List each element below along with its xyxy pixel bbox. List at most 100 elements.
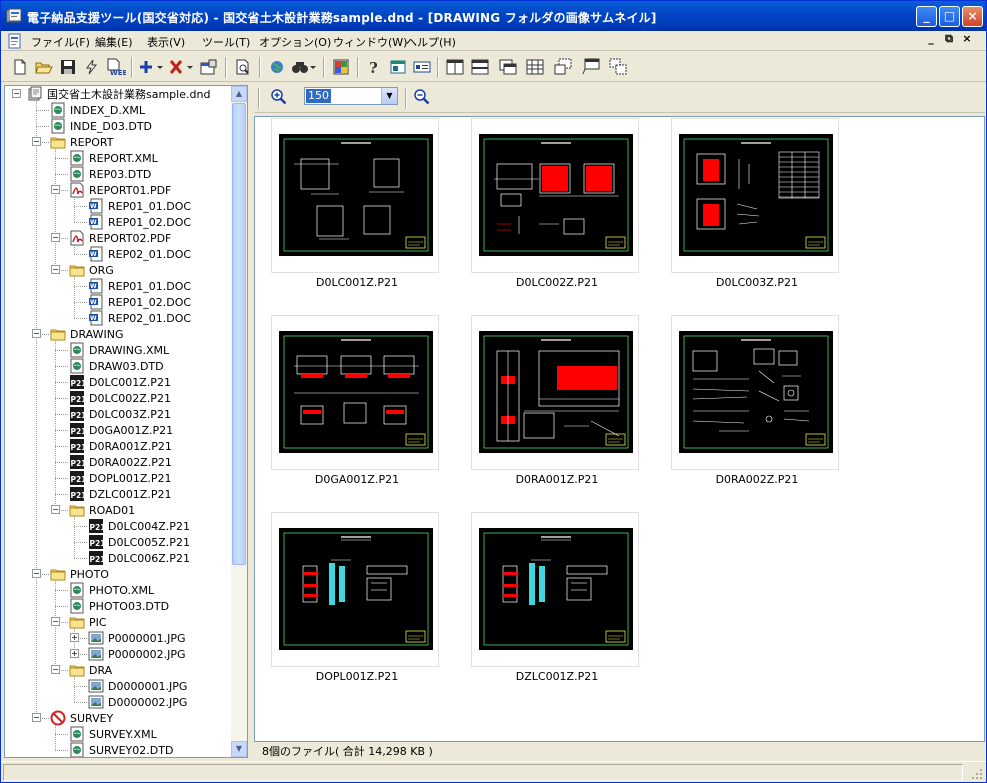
tree-file-node[interactable]: REPORT01.PDF xyxy=(69,182,171,198)
tree-file-node[interactable]: W REP01_01.DOC xyxy=(88,278,191,294)
flash-button[interactable] xyxy=(81,57,103,79)
tree-file-node[interactable]: SURVEY02.DTD xyxy=(69,742,173,757)
layout-single-button[interactable] xyxy=(444,57,466,79)
tree-file-node[interactable]: P21 D0LC004Z.P21 xyxy=(88,518,190,534)
tree-file-node[interactable]: P21 D0RA001Z.P21 xyxy=(69,438,172,454)
tree-folder-node[interactable]: SURVEY xyxy=(50,710,113,726)
print-preview-button[interactable] xyxy=(232,57,254,79)
title-bar[interactable]: 電子納品支援ツール(国交省対応) - 国交省土木設計業務sample.dnd -… xyxy=(1,1,986,31)
tree-file-node[interactable]: P21 DZLC001Z.P21 xyxy=(69,486,171,502)
add-button[interactable] xyxy=(138,57,166,79)
maximize-button[interactable]: □ xyxy=(939,6,960,27)
tree-file-node[interactable]: W REP01_02.DOC xyxy=(88,214,191,230)
check-button[interactable] xyxy=(266,57,288,79)
zoom-out-button[interactable] xyxy=(411,87,433,109)
tree-expander[interactable]: − xyxy=(32,329,41,338)
tree-folder-node[interactable]: DRAWING xyxy=(50,326,123,342)
tree-file-node[interactable]: P21 D0LC001Z.P21 xyxy=(69,374,171,390)
card-button[interactable] xyxy=(411,57,433,79)
tree-file-node[interactable]: P21 DOPL001Z.P21 xyxy=(69,470,172,486)
thumbnail-frame[interactable] xyxy=(471,315,639,470)
tree-expander[interactable]: − xyxy=(51,665,60,674)
thumbnail-item[interactable]: D0LC003Z.P21 xyxy=(657,118,857,318)
tree-file-node[interactable]: P21 D0LC003Z.P21 xyxy=(69,406,171,422)
thumbnail-item[interactable]: D0GA001Z.P21 xyxy=(257,315,457,515)
layout-popup-button[interactable] xyxy=(580,57,602,79)
tree-file-node[interactable]: W REP02_01.DOC xyxy=(88,310,191,326)
thumbnail-frame[interactable] xyxy=(271,512,439,667)
cad-drawing-thumbnail[interactable] xyxy=(479,331,633,453)
layout-stack-button[interactable] xyxy=(607,57,629,79)
tree-expander[interactable]: − xyxy=(51,265,60,274)
tree-file-node[interactable]: P0000002.JPG xyxy=(88,646,186,662)
save-button[interactable] xyxy=(57,57,79,79)
tree-file-node[interactable]: SURVEY.XML xyxy=(69,726,157,742)
app-icon[interactable] xyxy=(6,8,22,24)
scroll-down-button[interactable]: ▼ xyxy=(231,741,247,757)
tree-expander[interactable]: − xyxy=(32,713,41,722)
find-button[interactable] xyxy=(290,57,318,79)
mdi-close-button[interactable]: × xyxy=(958,32,976,45)
thumbnail-frame[interactable] xyxy=(271,315,439,470)
menu-help[interactable]: ヘルプ(H) xyxy=(402,33,460,51)
tree-file-node[interactable]: DRAWING.XML xyxy=(69,342,169,358)
tree-file-node[interactable]: REPORT.XML xyxy=(69,150,158,166)
tree-file-node[interactable]: P0000001.JPG xyxy=(88,630,186,646)
tree-file-node[interactable]: D0000002.JPG xyxy=(88,694,187,710)
help-button[interactable]: ? xyxy=(363,57,385,79)
scroll-up-button[interactable]: ▲ xyxy=(231,86,247,102)
tree-file-node[interactable]: DRAW03.DTD xyxy=(69,358,164,374)
tree-expander[interactable]: − xyxy=(12,89,21,98)
tree-file-node[interactable]: P21 D0RA002Z.P21 xyxy=(69,454,172,470)
new-button[interactable] xyxy=(9,57,31,79)
tree-expander[interactable]: + xyxy=(70,649,79,658)
layout-tile-button[interactable] xyxy=(524,57,546,79)
tree-folder-node[interactable]: ROAD01 xyxy=(69,502,135,518)
properties-button[interactable] xyxy=(198,57,220,79)
cad-drawing-thumbnail[interactable] xyxy=(279,528,433,650)
folder-tree[interactable]: − 国交省土木設計業務sample.dnd INDEX_D.XML INDE_D03.… xyxy=(5,86,233,757)
thumbnail-frame[interactable] xyxy=(471,512,639,667)
tree-expander[interactable]: + xyxy=(70,633,79,642)
thumbnail-item[interactable]: D0RA001Z.P21 xyxy=(457,315,657,515)
web-button[interactable]: WEB xyxy=(105,57,128,79)
cad-drawing-thumbnail[interactable] xyxy=(679,331,833,453)
thumbnail-item[interactable]: D0RA002Z.P21 xyxy=(657,315,857,515)
menu-options[interactable]: オプション(O) xyxy=(255,33,335,51)
tree-file-node[interactable]: P21 D0LC002Z.P21 xyxy=(69,390,171,406)
layout-cascade-button[interactable] xyxy=(497,57,519,79)
tree-file-node[interactable]: REP03.DTD xyxy=(69,166,151,182)
thumbnail-item[interactable]: D0LC002Z.P21 xyxy=(457,118,657,318)
tree-file-node[interactable]: P21 D0LC005Z.P21 xyxy=(88,534,190,550)
chevron-down-icon[interactable]: ▼ xyxy=(381,88,397,104)
tree-expander[interactable]: − xyxy=(51,185,60,194)
thumbnail-frame[interactable] xyxy=(671,315,839,470)
thumbnail-frame[interactable] xyxy=(271,118,439,273)
tree-folder-node[interactable]: REPORT xyxy=(50,134,113,150)
tree-file-node[interactable]: P21 D0GA001Z.P21 xyxy=(69,422,173,438)
close-button[interactable]: × xyxy=(962,6,983,27)
tree-expander[interactable]: − xyxy=(51,233,60,242)
thumbnail-item[interactable]: DOPL001Z.P21 xyxy=(257,512,457,712)
thumbnail-frame[interactable] xyxy=(671,118,839,273)
cad-drawing-thumbnail[interactable] xyxy=(479,528,633,650)
tree-file-node[interactable]: PHOTO03.DTD xyxy=(69,598,169,614)
tree-file-node[interactable]: INDE_D03.DTD xyxy=(50,118,152,134)
tree-expander[interactable]: − xyxy=(51,505,60,514)
tree-file-node[interactable]: REPORT02.PDF xyxy=(69,230,171,246)
document-icon[interactable] xyxy=(7,33,23,49)
menu-edit[interactable]: 編集(E) xyxy=(91,33,137,51)
tree-folder-node[interactable]: PHOTO xyxy=(50,566,109,582)
tree-folder-node[interactable]: ORG xyxy=(69,262,114,278)
tree-folder-node[interactable]: DRA xyxy=(69,662,112,678)
cad-drawing-thumbnail[interactable] xyxy=(279,331,433,453)
tree-scrollbar[interactable]: ▲ ▼ xyxy=(231,86,247,757)
tree-file-node[interactable]: W REP01_02.DOC xyxy=(88,294,191,310)
tree-expander[interactable]: − xyxy=(51,617,60,626)
tree-file-node[interactable]: INDEX_D.XML xyxy=(50,102,145,118)
tree-file-node[interactable]: W REP02_01.DOC xyxy=(88,246,191,262)
thumbnail-item[interactable]: D0LC001Z.P21 xyxy=(257,118,457,318)
menu-file[interactable]: ファイル(F) xyxy=(27,33,94,51)
tree-file-node[interactable]: PHOTO.XML xyxy=(69,582,154,598)
menu-window[interactable]: ウィンドウ(W) xyxy=(329,33,411,51)
